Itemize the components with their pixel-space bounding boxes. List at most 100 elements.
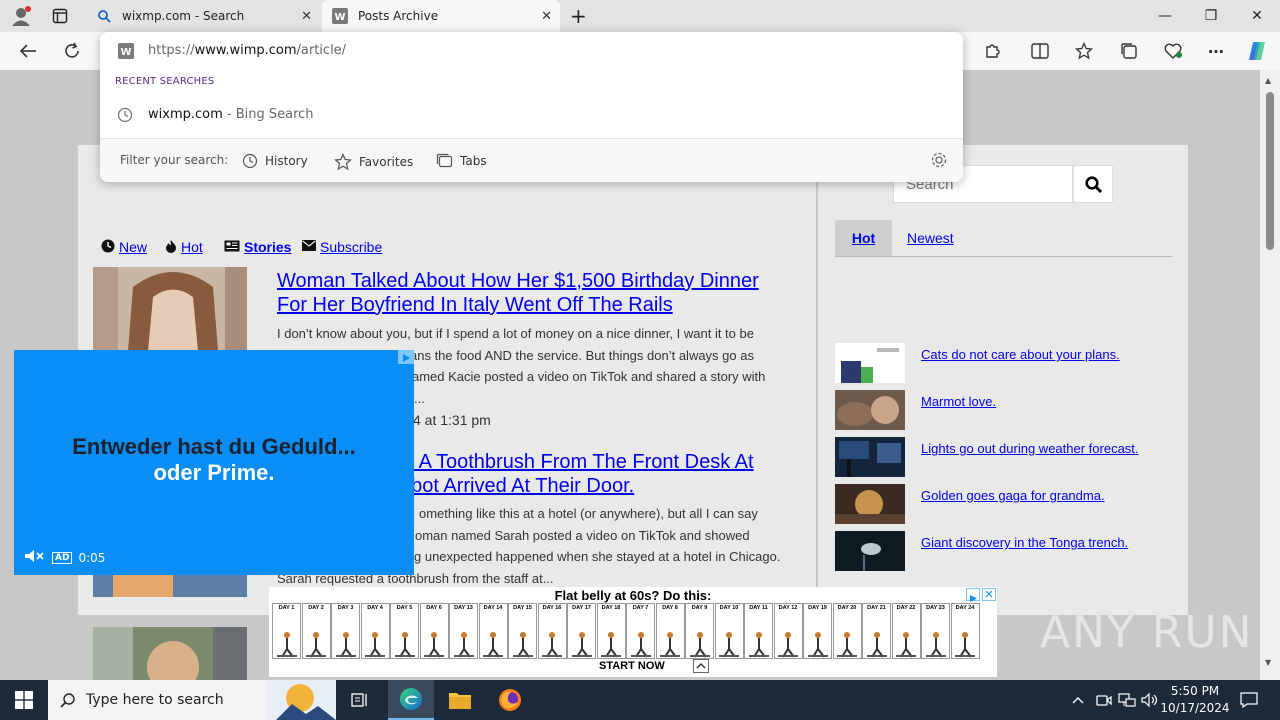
- exercise-figure-icon: [424, 632, 444, 658]
- exercise-figure-icon: [689, 632, 710, 658]
- taskbar-search-box[interactable]: Type here to search: [48, 680, 336, 720]
- task-view-icon[interactable]: [342, 680, 378, 720]
- meet-now-icon[interactable]: [1094, 680, 1114, 720]
- scroll-down-arrow[interactable]: ▼: [1265, 658, 1271, 667]
- sidebar-story[interactable]: Marmot love.: [835, 390, 1175, 430]
- minimize-button[interactable]: —: [1142, 0, 1188, 32]
- story-thumbnail[interactable]: [835, 484, 905, 524]
- maximize-button[interactable]: ❐: [1188, 0, 1234, 32]
- address-input[interactable]: https://www.wimp.com/article/: [148, 43, 346, 58]
- sidebar-search-button[interactable]: [1073, 165, 1113, 203]
- post-title-link[interactable]: Woman Talked About How Her $1,500 Birthd…: [277, 269, 797, 317]
- ad-headline: Entweder hast du Geduld... oder Prime.: [72, 434, 356, 485]
- day-label: DAY 14: [483, 605, 503, 611]
- banner-ad[interactable]: Flat belly at 60s? Do this: ✕ DAY 1 DAY 2…: [269, 587, 997, 677]
- start-button[interactable]: [0, 680, 48, 720]
- nav-hot-link[interactable]: Hot: [181, 239, 203, 255]
- exercise-figure-icon: [542, 632, 562, 658]
- refresh-icon[interactable]: [60, 40, 84, 62]
- profile-icon[interactable]: [10, 6, 32, 26]
- notifications-icon[interactable]: [1234, 680, 1264, 720]
- close-window-button[interactable]: ✕: [1234, 0, 1280, 32]
- recent-search-suggestion[interactable]: wixmp.com - Bing Search: [100, 98, 963, 132]
- day-cell: DAY 7: [626, 603, 655, 659]
- system-clock[interactable]: 5:50 PM 10/17/2024: [1158, 683, 1232, 717]
- scroll-up-arrow[interactable]: ▲: [1265, 76, 1271, 85]
- new-tab-button[interactable]: +: [570, 4, 587, 28]
- sidebar-tab-hot[interactable]: Hot: [835, 220, 892, 256]
- sidebar-story[interactable]: Giant discovery in the Tonga trench.: [835, 531, 1175, 571]
- day-cell: DAY 14: [478, 603, 508, 659]
- sidebar-story[interactable]: Lights go out during weather forecast.: [835, 437, 1175, 477]
- post-thumbnail[interactable]: [93, 267, 247, 351]
- day-label: DAY 7: [632, 605, 649, 611]
- video-ad[interactable]: Entweder hast du Geduld... oder Prime. A…: [14, 350, 414, 575]
- day-label: DAY 19: [808, 605, 827, 611]
- story-link[interactable]: Marmot love.: [921, 394, 996, 409]
- search-icon: [60, 693, 75, 708]
- split-screen-icon[interactable]: [1028, 40, 1052, 62]
- day-label: DAY 18: [601, 605, 621, 611]
- story-thumbnail[interactable]: [835, 531, 905, 571]
- day-label: DAY 24: [955, 605, 975, 611]
- volume-icon[interactable]: [1140, 680, 1160, 720]
- sidebar-story[interactable]: Cats do not care about your plans.: [835, 343, 1175, 383]
- story-thumbnail[interactable]: [835, 343, 905, 383]
- mute-icon[interactable]: [24, 549, 46, 566]
- post-title-link[interactable]: d A Toothbrush From The Front Desk At ob…: [400, 450, 800, 498]
- story-link[interactable]: Cats do not care about your plans.: [921, 347, 1120, 362]
- browser-essentials-icon[interactable]: [1161, 40, 1185, 62]
- post-thumbnail[interactable]: [93, 627, 247, 680]
- nav-stories-link[interactable]: Stories: [244, 239, 291, 255]
- suggestion-source: - Bing Search: [222, 107, 314, 122]
- exercise-figure-icon: [660, 632, 680, 658]
- settings-gear-icon[interactable]: [930, 151, 948, 173]
- exercise-figure-icon: [394, 632, 415, 658]
- close-tab-icon[interactable]: ✕: [541, 9, 552, 24]
- tab-posts-archive[interactable]: W Posts Archive ✕: [322, 0, 560, 32]
- ad-choices-icon[interactable]: [966, 588, 980, 602]
- scrollbar[interactable]: ▲ ▼: [1260, 70, 1280, 680]
- start-now-button[interactable]: START NOW: [599, 660, 665, 672]
- wimp-logo-icon: W: [332, 8, 348, 24]
- exercise-figure-icon: [719, 632, 739, 658]
- more-options-icon[interactable]: ⋯: [1204, 40, 1228, 62]
- day-label: DAY 20: [837, 605, 857, 611]
- filter-favorites-button[interactable]: Favorites: [334, 153, 413, 170]
- nav-subscribe-link[interactable]: Subscribe: [320, 239, 382, 255]
- story-link[interactable]: Golden goes gaga for grandma.: [921, 488, 1105, 503]
- scroll-thumb[interactable]: [1266, 92, 1274, 250]
- sidebar-story[interactable]: Golden goes gaga for grandma.: [835, 484, 1175, 524]
- extensions-icon[interactable]: [980, 40, 1004, 62]
- post-date: 4 at 1:31 pm: [413, 412, 491, 428]
- ad-choices-icon[interactable]: [398, 350, 414, 364]
- firefox-icon[interactable]: [488, 680, 532, 720]
- story-link[interactable]: Giant discovery in the Tonga trench.: [921, 535, 1128, 550]
- close-tab-icon[interactable]: ✕: [301, 9, 312, 24]
- edge-taskbar-icon[interactable]: [388, 680, 434, 720]
- network-icon[interactable]: [1116, 680, 1138, 720]
- filter-history-button[interactable]: History: [242, 153, 308, 169]
- exercise-figure-icon: [896, 632, 916, 658]
- day-label: DAY 23: [926, 605, 945, 611]
- tab-wixmp-search[interactable]: wixmp.com - Search ✕: [86, 0, 320, 32]
- sidebar-tab-newest[interactable]: Newest: [907, 230, 954, 246]
- collections-icon[interactable]: [1117, 40, 1141, 62]
- story-thumbnail[interactable]: [835, 390, 905, 430]
- story-link[interactable]: Lights go out during weather forecast.: [921, 441, 1139, 456]
- exercise-figure-icon: [748, 632, 769, 658]
- close-ad-icon[interactable]: ✕: [982, 588, 996, 601]
- history-icon: [117, 107, 133, 127]
- envelope-icon: [302, 240, 316, 255]
- copilot-icon[interactable]: [1246, 40, 1270, 62]
- collapse-icon[interactable]: [693, 659, 709, 673]
- favorites-icon[interactable]: [1072, 40, 1096, 62]
- show-hidden-icons-icon[interactable]: [1068, 680, 1088, 720]
- back-icon[interactable]: [16, 40, 40, 62]
- nav-new-link[interactable]: New: [119, 239, 147, 255]
- filter-tabs-button[interactable]: Tabs: [436, 153, 487, 168]
- story-thumbnail[interactable]: [835, 437, 905, 477]
- file-explorer-icon[interactable]: [438, 680, 482, 720]
- tab-actions-icon[interactable]: [52, 8, 68, 24]
- post-thumbnail[interactable]: [93, 575, 247, 597]
